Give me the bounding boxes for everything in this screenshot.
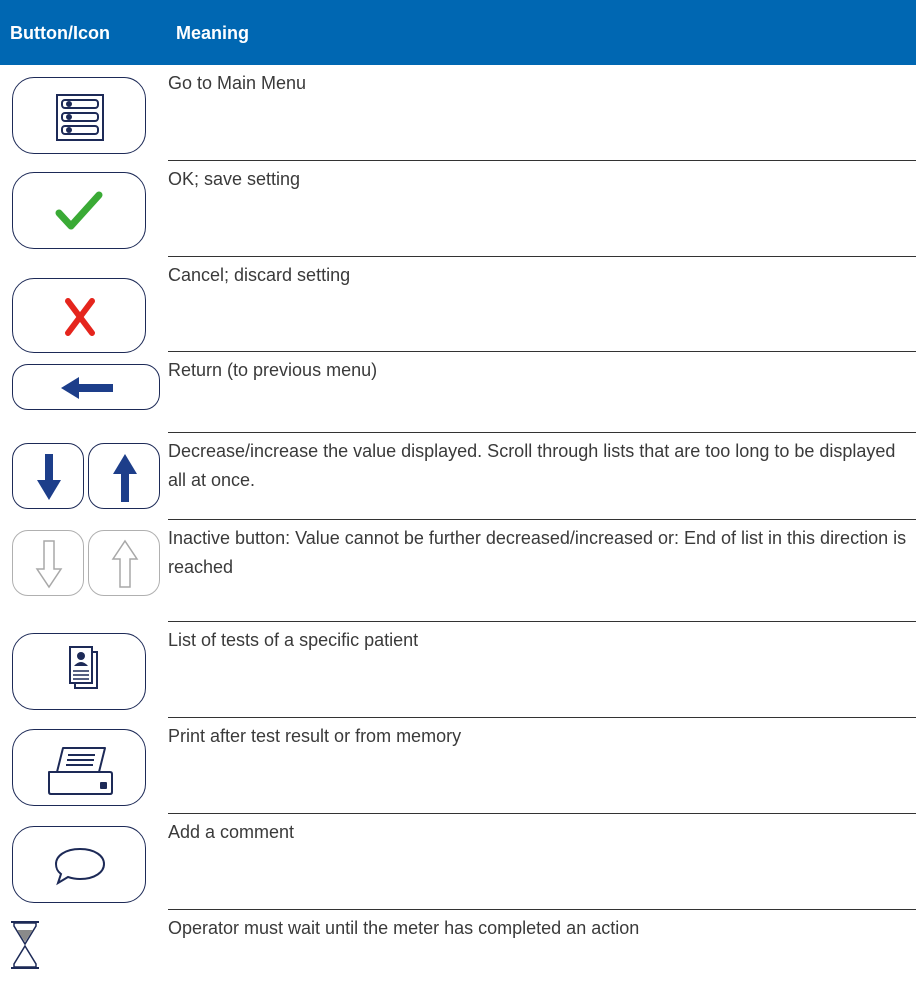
meaning-text: Return (to previous menu) <box>168 360 378 380</box>
patient-tests-button[interactable] <box>12 633 146 710</box>
inactive-arrow-down-icon <box>35 540 63 589</box>
column-header-button-icon: Button/Icon <box>10 23 110 43</box>
scroll-up-button[interactable] <box>88 443 160 509</box>
meaning-text: Decrease/increase the value displayed. S… <box>168 441 896 490</box>
main-menu-icon <box>56 94 104 141</box>
patient-list-icon <box>69 646 98 689</box>
table-row: Operator must wait until the meter has c… <box>0 910 916 1004</box>
column-header-meaning: Meaning <box>176 23 250 43</box>
meaning-text: Print after test result or from memory <box>168 726 462 746</box>
main-menu-button[interactable] <box>12 77 146 154</box>
table-row: Cancel; discard setting <box>0 257 916 353</box>
ok-button[interactable] <box>12 172 146 249</box>
meaning-text: Inactive button: Value cannot be further… <box>168 528 907 577</box>
table-row: Print after test result or from memory <box>0 718 916 813</box>
inactive-scroll-down-button[interactable] <box>12 530 84 596</box>
add-comment-button[interactable] <box>12 826 146 903</box>
meaning-text: Go to Main Menu <box>168 73 307 93</box>
table-row: Inactive button: Value cannot be further… <box>0 520 916 621</box>
meaning-text: Operator must wait until the meter has c… <box>168 918 640 938</box>
arrow-left-icon <box>61 377 113 399</box>
print-button[interactable] <box>12 729 146 806</box>
meaning-text: OK; save setting <box>168 169 301 189</box>
comment-bubble-icon <box>54 847 106 886</box>
inactive-arrow-up-icon <box>111 539 139 588</box>
arrow-up-icon <box>113 454 137 502</box>
table-row: OK; save setting <box>0 161 916 256</box>
meaning-text: Add a comment <box>168 822 295 842</box>
hourglass-icon <box>10 920 40 970</box>
meaning-text: List of tests of a specific patient <box>168 630 419 650</box>
meaning-text: Cancel; discard setting <box>168 265 351 285</box>
printer-icon <box>48 747 113 795</box>
x-cross-icon <box>65 298 95 336</box>
table-header: Button/Icon Meaning <box>0 0 916 65</box>
table-row: Add a comment <box>0 814 916 909</box>
table-row: Return (to previous menu) <box>0 352 916 432</box>
cancel-button[interactable] <box>12 278 146 353</box>
table-row: Go to Main Menu <box>0 65 916 160</box>
table-row: List of tests of a specific patient <box>0 622 916 717</box>
arrow-down-icon <box>37 454 61 500</box>
checkmark-icon <box>55 191 103 230</box>
table-row: Decrease/increase the value displayed. S… <box>0 433 916 519</box>
inactive-scroll-up-button[interactable] <box>88 530 160 596</box>
scroll-down-button[interactable] <box>12 443 84 509</box>
return-button[interactable] <box>12 364 160 410</box>
